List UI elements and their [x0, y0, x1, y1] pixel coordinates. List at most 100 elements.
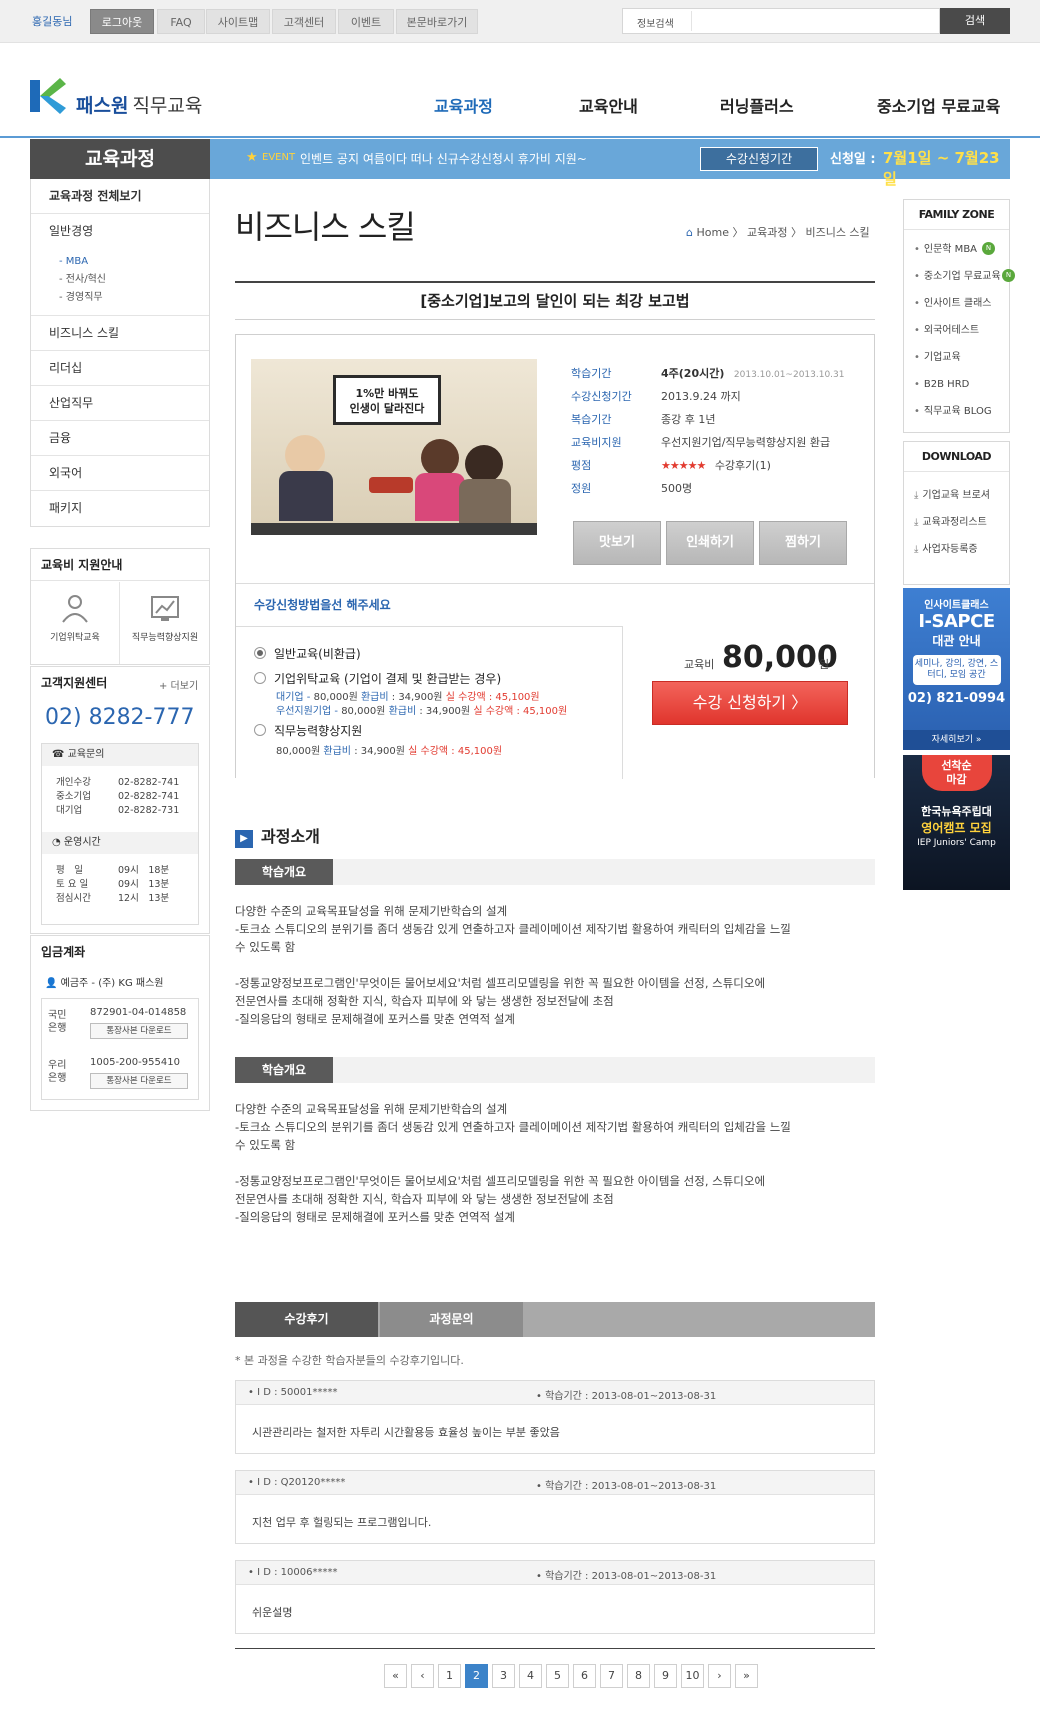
nav-courses[interactable]: 교육과정: [434, 93, 493, 117]
event-link[interactable]: 이벤트: [338, 9, 394, 34]
family-link[interactable]: • 직무교육 BLOG: [904, 398, 1009, 425]
account-number: 1005-200-955410: [90, 1057, 180, 1068]
lnb-language[interactable]: 외국어: [31, 456, 209, 491]
page-number[interactable]: 6: [573, 1664, 596, 1688]
family-link[interactable]: • 기업교육: [904, 344, 1009, 371]
character-illustration: [421, 439, 459, 477]
edu-support-title: 교육비 지원안내: [31, 549, 209, 581]
family-link[interactable]: • 외국어테스트: [904, 317, 1009, 344]
intro-subheader: 학습개요: [235, 859, 875, 885]
apply-method-title: 수강신청방법을선 해주세요: [254, 598, 391, 612]
hours-header: ◔ 운영시간: [42, 832, 198, 854]
prev-page-button[interactable]: ‹: [411, 1664, 434, 1688]
family-link[interactable]: • 중소기업 무료교육 N: [904, 263, 1015, 290]
next-page-button[interactable]: ›: [708, 1664, 731, 1688]
radio-button[interactable]: [254, 647, 266, 659]
nav-learning-plus[interactable]: 러닝플러스: [720, 93, 794, 117]
logout-button[interactable]: 로그아웃: [90, 9, 154, 34]
tab-inquiry[interactable]: 과정문의: [380, 1302, 523, 1337]
lnb-sub-item[interactable]: - 경영직무: [59, 289, 209, 307]
search-button[interactable]: 검색: [940, 8, 1010, 34]
page-number[interactable]: 9: [654, 1664, 677, 1688]
apply-date-value: 7월1일 ~ 7월23일: [883, 149, 1000, 188]
course-thumbnail: 1%만 바꿔도 인생이 달라진다: [251, 359, 537, 535]
download-link[interactable]: ⤓ 교육과정리스트: [904, 509, 1009, 536]
apply-course-button[interactable]: 수강 신청하기 〉: [652, 681, 848, 725]
download-icon: ⤓: [914, 490, 919, 501]
preview-button[interactable]: 맛보기: [573, 521, 661, 565]
lnb-finance[interactable]: 금융: [31, 421, 209, 456]
breadcrumb-home[interactable]: Home: [696, 226, 728, 239]
bankbook-download-button[interactable]: 통장사본 다운로드: [90, 1073, 188, 1089]
lnb-industry[interactable]: 산업직무: [31, 386, 209, 421]
review-count-link[interactable]: 수강후기(1): [715, 459, 771, 472]
site-header: 패스원 직무교육 교육과정 교육안내 러닝플러스 중소기업 무료교육: [0, 43, 1040, 138]
download-link[interactable]: ⤓ 사업자등록증: [904, 536, 1009, 563]
family-link[interactable]: • 인문학 MBA N: [904, 236, 1009, 263]
nav-edu-guide[interactable]: 교육안내: [579, 93, 638, 117]
lnb-general-management[interactable]: 일반경영: [31, 214, 209, 249]
intro-subheader: 학습개요: [235, 1057, 875, 1083]
download-link[interactable]: ⤓ 기업교육 브로셔: [904, 482, 1009, 509]
support-card-skill[interactable]: 직무능력향상지원: [121, 582, 209, 664]
radio-button[interactable]: [254, 672, 266, 684]
first-page-button[interactable]: «: [384, 1664, 407, 1688]
review-item: • I D : 10006***** • 학습기간 : 2013-08-01~20…: [235, 1560, 875, 1634]
lnb-all-courses[interactable]: 교육과정 전체보기: [31, 179, 209, 214]
support-card-corporate[interactable]: 기업위탁교육: [31, 582, 120, 664]
lnb-sub-item[interactable]: - MBA: [59, 253, 209, 271]
print-button[interactable]: 인쇄하기: [666, 521, 754, 565]
faq-link[interactable]: FAQ: [157, 9, 205, 34]
family-link[interactable]: • B2B HRD: [904, 371, 1009, 398]
skill-price-row: 80,000원 환급비 : 34,900원 실 수강액 : 45,100원: [276, 746, 503, 757]
lnb-sub-item[interactable]: - 전사/혁신: [59, 271, 209, 289]
account-holder: 👤 예금주 - (주) KG 패스원: [45, 978, 164, 989]
search-input[interactable]: [691, 11, 936, 31]
option-corporate[interactable]: 기업위탁교육 (기업이 결제 및 환급받는 경우): [254, 670, 501, 687]
page-number[interactable]: 8: [627, 1664, 650, 1688]
section-title: 교육과정: [30, 139, 210, 179]
option-skill-support[interactable]: 직무능력향상지원: [254, 722, 362, 739]
option-general[interactable]: 일반교육(비환급): [254, 645, 361, 662]
skip-to-content-link[interactable]: 본문바로가기: [396, 9, 478, 34]
event-banner[interactable]: ★ EVENT 인벤트 공지 여름이다 떠나 신규수강신청시 휴가비 지원~ 수…: [210, 139, 1010, 188]
character-illustration: [459, 479, 511, 523]
phone-icon: ☎: [52, 749, 65, 760]
tab-reviews[interactable]: 수강후기: [235, 1302, 378, 1337]
page-number[interactable]: 7: [600, 1664, 623, 1688]
page-number[interactable]: 10: [681, 1664, 704, 1688]
lnb-leadership[interactable]: 리더십: [31, 351, 209, 386]
english-camp-ad-banner[interactable]: 선착순 마감 한국뉴욕주립대 영어캠프 모집 IEP Juniors' Camp: [903, 755, 1010, 890]
page-number[interactable]: 5: [546, 1664, 569, 1688]
search-label: 정보검색: [637, 19, 674, 30]
logo-icon[interactable]: [30, 76, 66, 116]
review-id: • I D : Q20120*****: [248, 1477, 346, 1488]
nav-sme-free[interactable]: 중소기업 무료교육: [877, 93, 1000, 117]
breadcrumb-item[interactable]: 교육과정: [747, 226, 787, 239]
page-number-current[interactable]: 2: [465, 1664, 488, 1688]
apply-date-label: 신청일 :: [830, 152, 876, 167]
lnb-business-skill[interactable]: 비즈니스 스킬: [31, 316, 209, 351]
thumbnail-caption: 1%만 바꿔도 인생이 달라진다: [333, 375, 441, 425]
download-icon: ⤓: [914, 517, 919, 528]
page-number[interactable]: 3: [492, 1664, 515, 1688]
last-page-button[interactable]: »: [735, 1664, 758, 1688]
support-card-label: 직무능력향상지원: [131, 633, 199, 643]
logo-text[interactable]: 패스원 직무교육: [76, 91, 202, 118]
learning-overview-tab: 학습개요: [235, 1057, 333, 1083]
customer-center-link[interactable]: 고객센터: [272, 9, 336, 34]
radio-button[interactable]: [254, 724, 266, 736]
page-number[interactable]: 1: [438, 1664, 461, 1688]
cs-more-link[interactable]: + 더보기: [159, 677, 198, 692]
account-number: 872901-04-014858: [90, 1007, 187, 1018]
page-number[interactable]: 4: [519, 1664, 542, 1688]
lnb-package[interactable]: 패키지: [31, 491, 209, 526]
family-link[interactable]: • 인사이트 클래스: [904, 290, 1009, 317]
event-text[interactable]: 인벤트 공지 여름이다 떠나 신규수강신청시 휴가비 지원~: [300, 150, 587, 167]
divider: [235, 1648, 875, 1649]
ispace-ad-banner[interactable]: 인사이트클래스 I-SAPCE 대관 안내 세미나, 강의, 강연, 스터디, …: [903, 588, 1010, 750]
wishlist-button[interactable]: 찜하기: [759, 521, 847, 565]
bankbook-download-button[interactable]: 통장사본 다운로드: [90, 1023, 188, 1039]
left-nav: 교육과정 전체보기 일반경영 - MBA - 전사/혁신 - 경영직무 비즈니스…: [30, 179, 210, 527]
sitemap-link[interactable]: 사이트맵: [206, 9, 270, 34]
